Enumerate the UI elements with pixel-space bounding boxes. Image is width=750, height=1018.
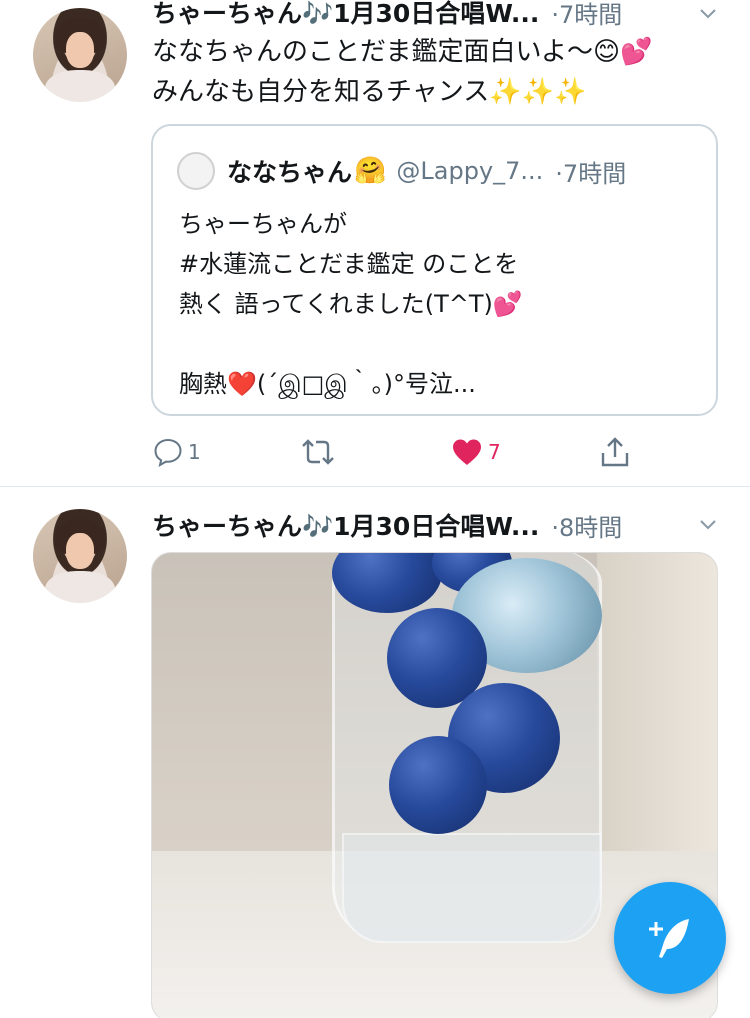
reply-button[interactable]: 1: [152, 430, 201, 474]
display-name[interactable]: ちゃーちゃん🎶1月30日合唱W...: [152, 507, 539, 543]
avatar[interactable]: [33, 509, 127, 603]
quoted-name-emoji: 🤗: [354, 156, 387, 186]
like-count: 7: [488, 440, 501, 464]
tweet[interactable]: ちゃーちゃん🎶1月30日合唱W... ·7時間 ななちゃんのことだま鑑定面白いよ…: [0, 0, 750, 487]
share-icon: [601, 437, 629, 467]
reply-count: 1: [188, 440, 201, 464]
share-button[interactable]: [598, 430, 632, 474]
quoted-display-name: ななちゃん: [227, 158, 353, 187]
chevron-down-icon[interactable]: [698, 515, 718, 535]
timestamp[interactable]: ·8時間: [551, 508, 622, 543]
quoted-handle: @Lappy_7...: [396, 157, 544, 185]
tweet-header: ちゃーちゃん🎶1月30日合唱W... ·8時間: [152, 507, 622, 543]
compose-tweet-icon: [649, 919, 689, 958]
timestamp[interactable]: ·7時間: [551, 0, 622, 30]
quoted-tweet[interactable]: ななちゃん 🤗 @Lappy_7... ·7時間 ちゃーちゃんが #水蓮流ことだ…: [151, 124, 718, 416]
compose-tweet-button[interactable]: [614, 882, 726, 994]
chevron-down-icon[interactable]: [698, 4, 718, 24]
tweet-actions: 1 7: [152, 430, 652, 474]
image-ornament: [389, 736, 487, 834]
tweet-text: ななちゃんのことだま鑑定面白いよ〜😊💕 みんなも自分を知るチャンス✨✨✨: [152, 37, 653, 107]
avatar-face: [66, 533, 94, 569]
retweet-button[interactable]: [300, 430, 336, 474]
quoted-header: ななちゃん 🤗 @Lappy_7... ·7時間: [227, 152, 626, 190]
quoted-avatar: [177, 152, 215, 190]
avatar-body: [45, 70, 115, 102]
image-vase-base: [342, 833, 602, 943]
quoted-text: ちゃーちゃんが #水蓮流ことだま鑑定 のことを 熱く 語ってくれました(T^T)…: [179, 210, 523, 398]
avatar-face: [66, 32, 94, 68]
avatar-body: [45, 571, 115, 603]
quoted-timestamp: ·7時間: [555, 159, 627, 188]
like-button[interactable]: 7: [450, 430, 501, 474]
reply-icon: [154, 438, 182, 467]
avatar[interactable]: [33, 8, 127, 102]
tweet-header: ちゃーちゃん🎶1月30日合唱W... ·7時間: [152, 0, 622, 30]
retweet-icon: [302, 439, 334, 465]
heart-icon: [453, 439, 481, 465]
display-name[interactable]: ちゃーちゃん🎶1月30日合唱W...: [152, 0, 539, 30]
